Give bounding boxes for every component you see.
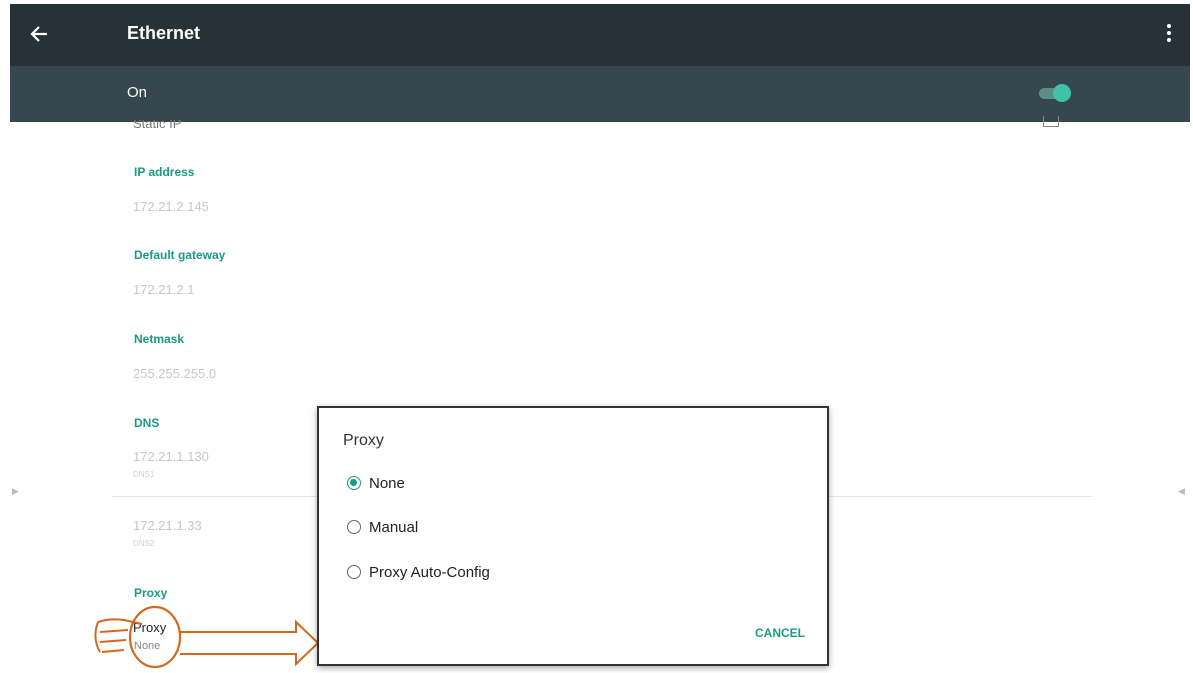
highlight-circle	[128, 605, 182, 669]
right-arrow-icon	[180, 619, 320, 667]
option-label: None	[369, 474, 405, 492]
option-label: Manual	[369, 518, 419, 536]
proxy-option-auto-config[interactable]: Proxy Auto-Config	[347, 561, 490, 583]
radio-unchecked-icon[interactable]	[347, 520, 361, 534]
proxy-option-none[interactable]: None	[347, 472, 405, 494]
radio-unchecked-icon[interactable]	[347, 565, 361, 579]
radio-checked-icon[interactable]	[347, 476, 361, 490]
proxy-dialog: Proxy None Manual Proxy Auto-Config CANC…	[317, 406, 829, 666]
option-label: Proxy Auto-Config	[369, 563, 490, 581]
proxy-option-manual[interactable]: Manual	[347, 516, 418, 538]
cancel-button[interactable]: CANCEL	[755, 626, 805, 640]
pointing-hand-icon	[94, 618, 143, 653]
dialog-title: Proxy	[343, 432, 384, 449]
